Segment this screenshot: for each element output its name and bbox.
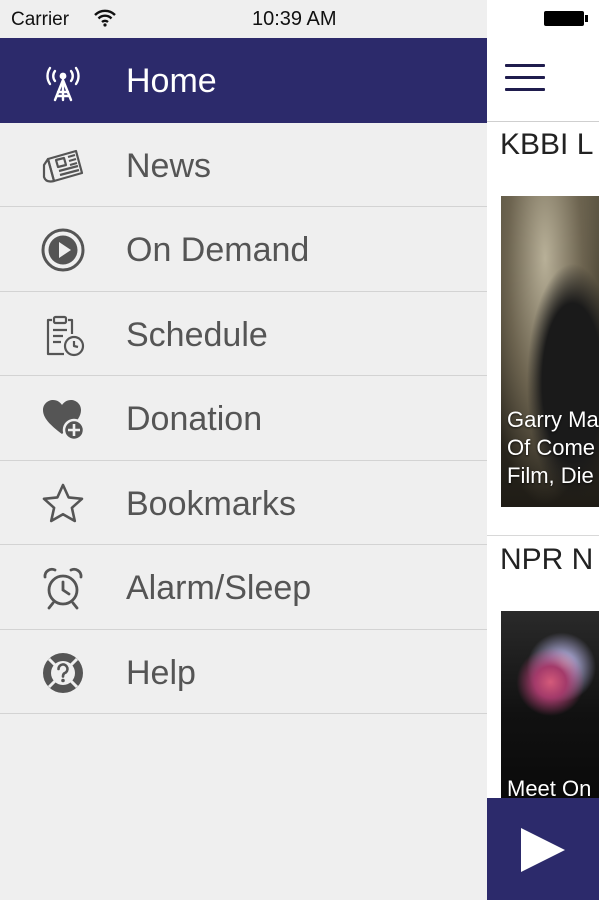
story-card[interactable]: Meet On	[501, 611, 599, 798]
menu-item-schedule[interactable]: Schedule	[0, 292, 487, 376]
clock-label: 10:39 AM	[252, 8, 337, 30]
section-divider	[487, 535, 599, 536]
menu-item-label: News	[126, 146, 212, 185]
top-bar-divider	[487, 121, 599, 122]
menu-item-label: Bookmarks	[126, 484, 297, 523]
drawer-menu: Home News On Demand Schedule Donation Bo…	[0, 38, 487, 714]
story-caption: Meet On	[507, 776, 592, 798]
star-icon	[42, 483, 84, 522]
menu-item-label: Home	[126, 62, 217, 100]
clipboard-clock-icon	[46, 315, 85, 356]
menu-item-donation[interactable]: Donation	[0, 376, 487, 461]
menu-item-help[interactable]: Help	[0, 630, 487, 714]
alarm-clock-icon	[43, 567, 83, 610]
radio-tower-icon	[46, 66, 80, 102]
story-image	[501, 611, 599, 798]
menu-item-news[interactable]: News	[0, 123, 487, 207]
menu-item-label: Schedule	[126, 315, 268, 354]
section-title: KBBI L	[500, 128, 594, 161]
menu-item-label: On Demand	[126, 231, 310, 269]
wifi-icon	[94, 9, 116, 27]
player-bar	[487, 798, 599, 900]
section-title: NPR N	[500, 543, 594, 576]
story-card[interactable]: Garry Ma Of Come Film, Die	[501, 196, 599, 507]
menu-item-bookmarks[interactable]: Bookmarks	[0, 461, 487, 545]
menu-item-label: Alarm/Sleep	[126, 569, 312, 607]
play-circle-icon	[41, 228, 85, 272]
help-lifebuoy-icon	[43, 652, 83, 693]
menu-item-label: Help	[126, 653, 196, 692]
menu-item-label: Donation	[126, 400, 263, 438]
menu-item-home[interactable]: Home	[0, 38, 487, 123]
hamburger-menu-icon[interactable]	[505, 64, 545, 94]
navigation-drawer: Carrier 10:39 AM Home News On Demand Sch…	[0, 0, 487, 900]
menu-item-alarm-sleep[interactable]: Alarm/Sleep	[0, 545, 487, 630]
carrier-label: Carrier	[11, 9, 70, 30]
newspaper-icon	[42, 149, 84, 183]
story-caption: Garry Ma Of Come Film, Die	[507, 407, 599, 488]
heart-plus-icon	[43, 400, 86, 442]
status-bar: Carrier 10:39 AM	[0, 0, 487, 38]
battery-icon	[544, 11, 588, 26]
main-content-panel: KBBI L Garry Ma Of Come Film, Die NPR N …	[487, 0, 599, 900]
play-icon[interactable]	[521, 828, 565, 872]
menu-item-on-demand[interactable]: On Demand	[0, 207, 487, 292]
